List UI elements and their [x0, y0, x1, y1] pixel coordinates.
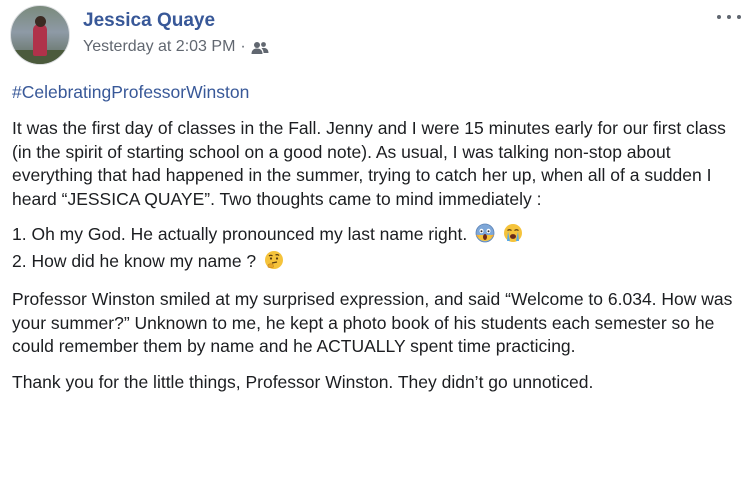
paragraph-intro: It was the first day of classes in the F… — [12, 118, 726, 209]
list-item-1: 1. Oh my God. He actually pronounced my … — [12, 223, 747, 250]
post-body: It was the first day of classes in the F… — [12, 117, 747, 406]
loudly-crying-face-emoji — [503, 223, 523, 250]
more-options-icon[interactable] — [717, 12, 741, 22]
meta-separator: · — [240, 38, 246, 55]
post-meta: Yesterday at 2:03 PM · — [83, 38, 269, 56]
hashtag-link[interactable]: #CelebratingProfessorWinston — [12, 82, 249, 103]
paragraph-story: Professor Winston smiled at my surprised… — [12, 289, 733, 356]
post-timestamp[interactable]: Yesterday at 2:03 PM — [83, 38, 235, 56]
paragraph-thanks: Thank you for the little things, Profess… — [12, 371, 594, 392]
avatar[interactable] — [10, 5, 70, 65]
list-item-2-text: 2. How did he know my name ? — [12, 250, 257, 271]
avatar-head — [35, 16, 46, 27]
friends-icon[interactable] — [251, 41, 269, 55]
avatar-person — [33, 24, 47, 56]
thinking-face-emoji — [264, 250, 284, 277]
face-screaming-in-fear-emoji — [475, 223, 495, 250]
list-item-1-text: 1. Oh my God. He actually pronounced my … — [12, 224, 468, 244]
author-name[interactable]: Jessica Quaye — [83, 10, 215, 32]
list-item-2: 2. How did he know my name ? — [12, 250, 747, 277]
